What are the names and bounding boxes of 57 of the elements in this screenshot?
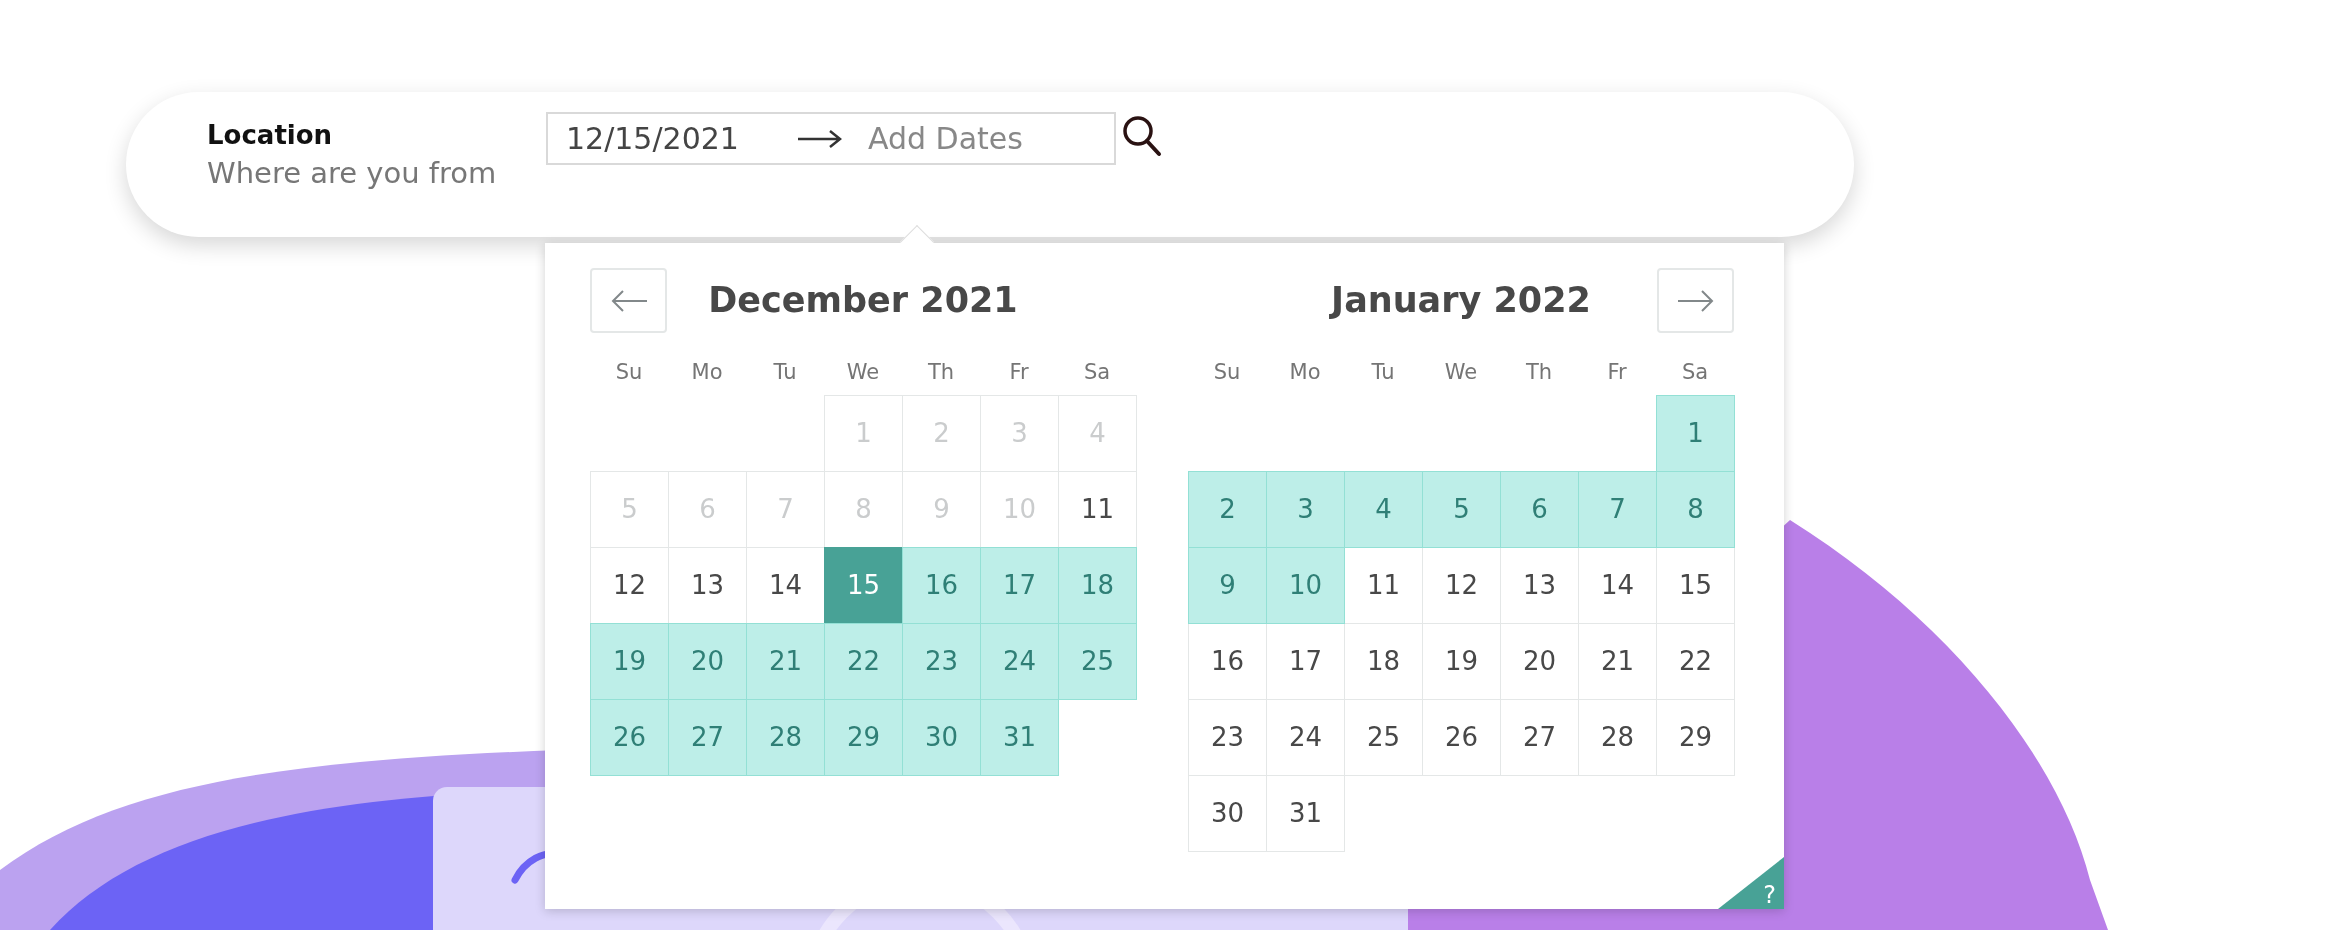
calendar-day[interactable]: 4 (1344, 471, 1423, 548)
calendar-day[interactable]: 27 (668, 699, 747, 776)
weekday-label: Mo (690, 359, 724, 387)
month-title: December 2021 (707, 279, 1019, 323)
calendar-day[interactable]: 1 (1656, 395, 1735, 472)
calendar-day[interactable]: 21 (746, 623, 825, 700)
weekday-label: Su (1212, 359, 1242, 387)
weekday-label: Sa (1680, 359, 1710, 387)
calendar-day[interactable]: 3 (1266, 471, 1345, 548)
calendar-day[interactable]: 22 (824, 623, 903, 700)
end-date-input[interactable]: Add Dates (868, 116, 1088, 161)
calendar-day[interactable]: 28 (746, 699, 825, 776)
weekday-label: Fr (1606, 359, 1628, 387)
help-button[interactable]: ? (1718, 857, 1784, 909)
calendar-day[interactable]: 2 (1188, 471, 1267, 548)
calendar-day[interactable]: 7 (1578, 471, 1657, 548)
weekday-label: Mo (1288, 359, 1322, 387)
calendar-day[interactable]: 18 (1058, 547, 1137, 624)
calendar-day[interactable]: 20 (668, 623, 747, 700)
arrow-right-icon (1675, 288, 1716, 313)
weekday-label: Tu (1370, 359, 1396, 387)
calendar-day[interactable]: 17 (980, 547, 1059, 624)
calendar-day[interactable]: 26 (590, 699, 669, 776)
calendar-day[interactable]: 15 (824, 547, 903, 624)
start-date-input[interactable]: 12/15/2021 (566, 116, 796, 161)
date-range-field[interactable]: 12/15/2021 Add Dates (546, 112, 1116, 165)
previous-month-button[interactable] (590, 268, 667, 333)
calendar-day[interactable]: 31 (980, 699, 1059, 776)
weekday-label: Fr (1008, 359, 1030, 387)
weekday-label: We (1443, 359, 1479, 387)
calendar-day[interactable]: 30 (902, 699, 981, 776)
calendar-day[interactable]: 24 (980, 623, 1059, 700)
next-month-button[interactable] (1657, 268, 1734, 333)
calendar-day[interactable]: 30 (1188, 775, 1267, 852)
calendar-day[interactable]: 10 (1266, 547, 1345, 624)
search-icon[interactable] (1122, 114, 1162, 157)
location-hint: Where are you from (207, 155, 498, 193)
calendar-day[interactable]: 19 (590, 623, 669, 700)
calendar-day[interactable]: 29 (824, 699, 903, 776)
calendar-day[interactable]: 9 (1188, 547, 1267, 624)
weekday-label: Th (1524, 359, 1554, 387)
weekday-label: Su (614, 359, 644, 387)
calendar-day[interactable]: 23 (902, 623, 981, 700)
weekday-label: Tu (772, 359, 798, 387)
location-label: Location (207, 120, 334, 152)
weekday-label: Th (926, 359, 956, 387)
weekday-label: We (845, 359, 881, 387)
arrow-right-icon (796, 128, 844, 149)
calendar-day[interactable]: 31 (1266, 775, 1345, 852)
calendar-day[interactable]: 25 (1058, 623, 1137, 700)
calendar-day[interactable]: 29 (1656, 699, 1735, 776)
month-title: January 2022 (1328, 279, 1592, 323)
weekday-label: Sa (1082, 359, 1112, 387)
calendar-day[interactable]: 8 (1656, 471, 1735, 548)
calendar-day[interactable]: 16 (902, 547, 981, 624)
calendar-day[interactable]: 6 (1500, 471, 1579, 548)
calendar-day[interactable]: 5 (1422, 471, 1501, 548)
